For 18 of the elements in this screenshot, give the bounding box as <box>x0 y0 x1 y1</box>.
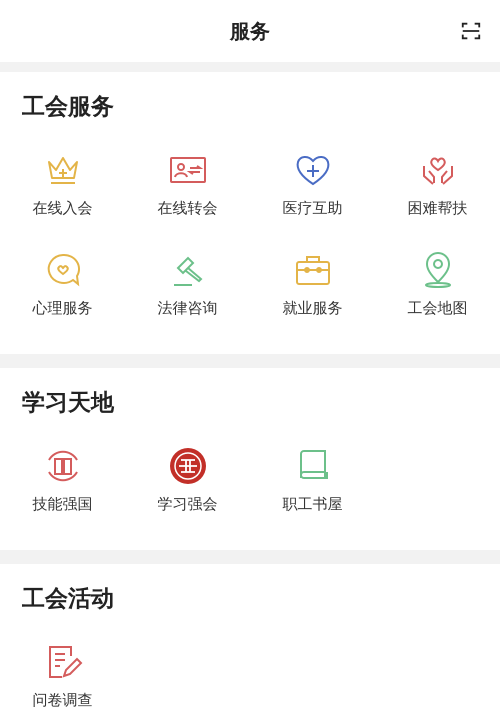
service-label[interactable]: 学习强会 <box>158 494 218 514</box>
service-label[interactable]: 法律咨询 <box>158 298 218 318</box>
service-label[interactable]: 在线转会 <box>158 198 218 218</box>
service-label[interactable]: 就业服务 <box>282 298 342 318</box>
section-title: 工会服务 <box>21 93 115 122</box>
section-title: 学习天地 <box>21 389 116 418</box>
service-label[interactable]: 职工书屋 <box>282 494 342 514</box>
scan-icon[interactable] <box>460 20 482 42</box>
emblem-icon[interactable] <box>168 446 208 486</box>
page-title: 服务 <box>230 18 270 44</box>
service-label[interactable]: 在线入会 <box>32 198 92 218</box>
section-title: 工会活动 <box>21 585 115 614</box>
service-label[interactable]: 困难帮扶 <box>408 198 468 218</box>
service-label[interactable]: 工会地图 <box>408 298 468 318</box>
service-label[interactable]: 医疗互助 <box>282 198 342 218</box>
service-label[interactable]: 问卷调查 <box>32 690 92 710</box>
service-label[interactable]: 技能强国 <box>32 494 92 514</box>
service-label[interactable]: 心理服务 <box>32 298 92 318</box>
